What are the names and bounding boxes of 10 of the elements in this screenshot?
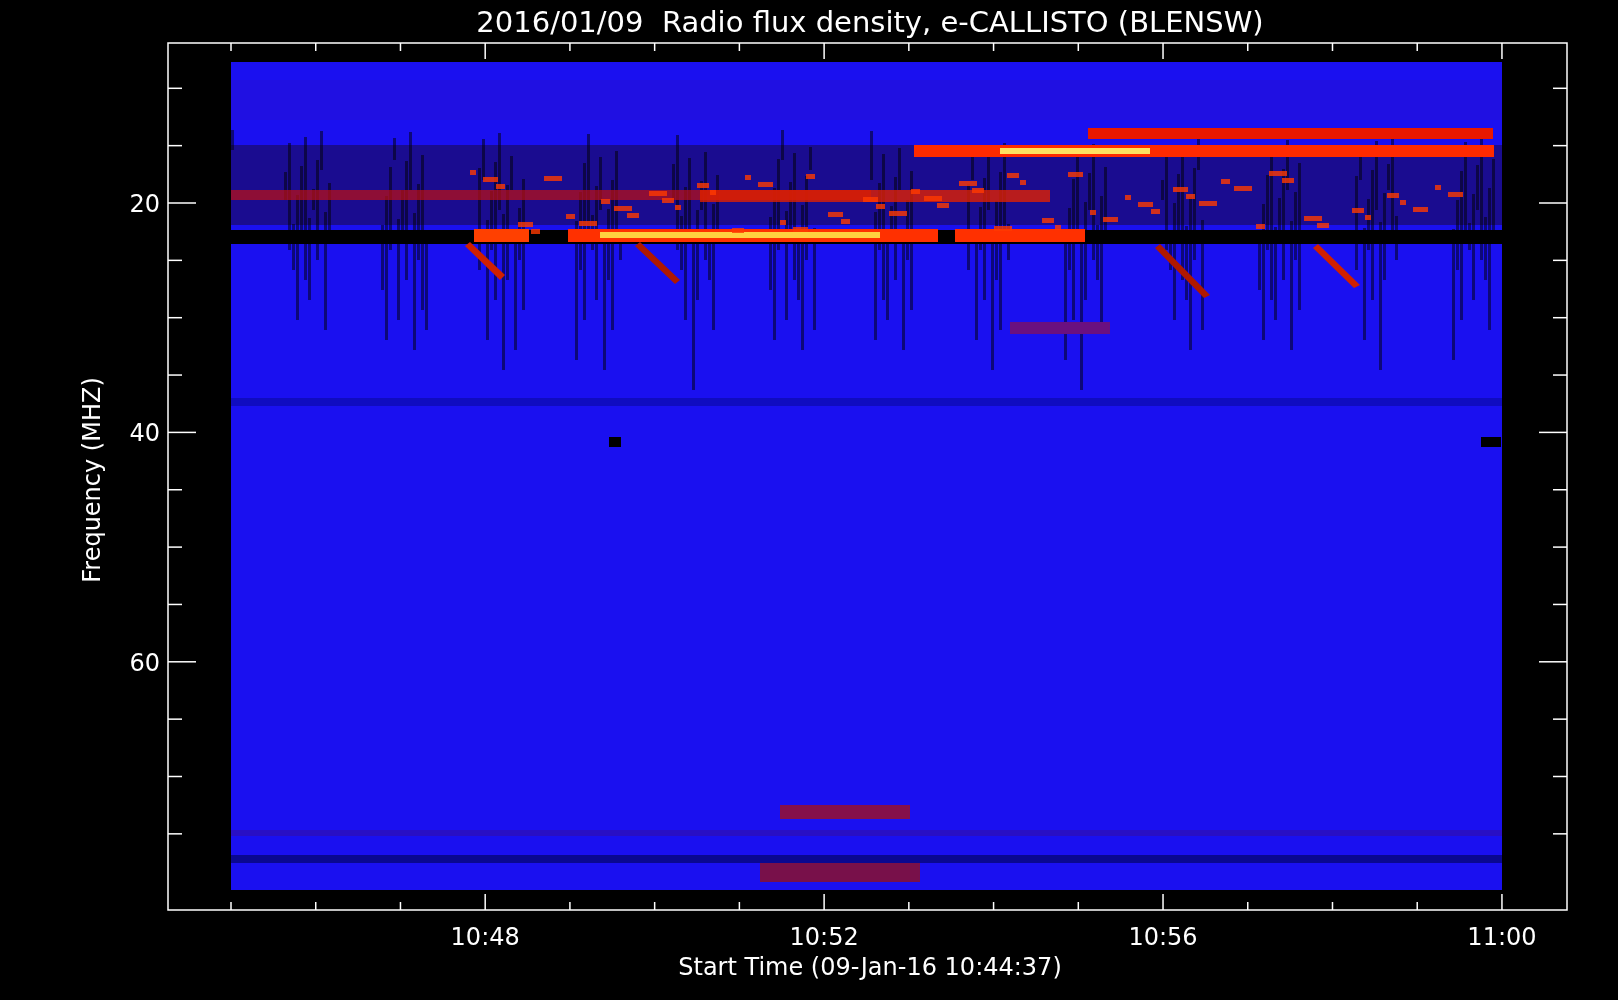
axis-tick-label: 10:56 [1128,923,1198,951]
axis-tick-label: 10:52 [789,923,859,951]
axis-tick-label: 10:48 [450,923,520,951]
axis-tick-label: 60 [129,648,160,677]
axis-title: Start Time (09-Jan-16 10:44:37) [678,953,1062,981]
axis-tick-label: 11:00 [1467,923,1537,951]
axis-tick-label: 40 [129,419,160,448]
axis-tick-label: 20 [129,190,160,218]
chart-title: 2016/01/09 Radio flux density, e-CALLISTO (BLENSW) [476,5,1264,39]
axis-title: Frequency (MHZ) [78,377,106,583]
